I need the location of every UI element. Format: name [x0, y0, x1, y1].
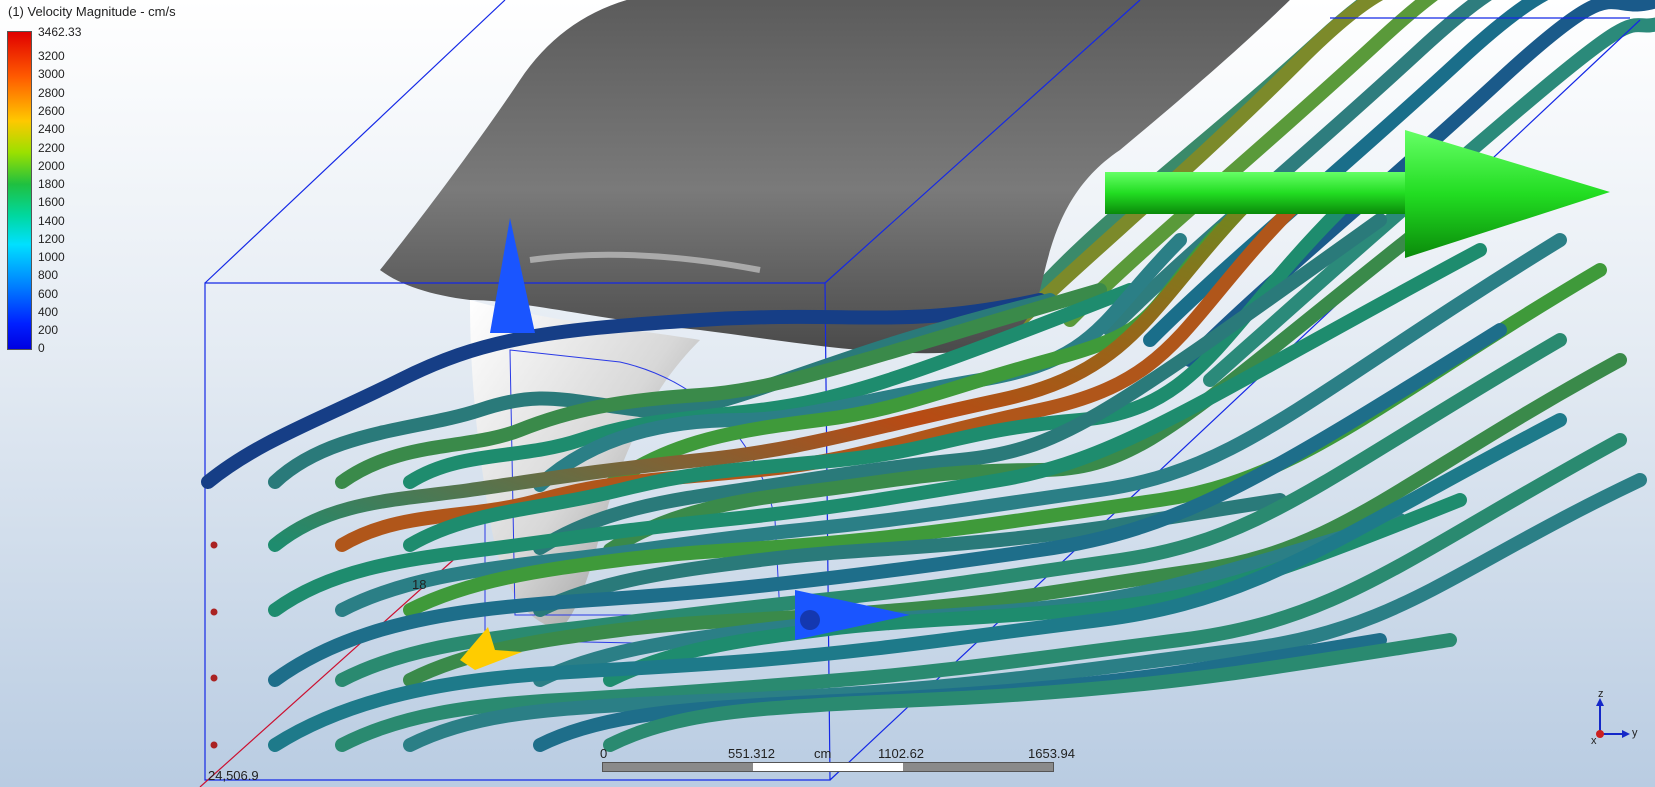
axis-tick-label: 18 — [412, 577, 427, 592]
scale-label-3: 1653.94 — [1028, 746, 1075, 761]
legend-max-label: 3462.33 — [38, 25, 82, 39]
legend-tick: 1600 — [38, 195, 65, 209]
legend-tick: 200 — [38, 323, 59, 337]
legend-color-bar — [7, 31, 32, 350]
scale-bar — [602, 762, 1054, 772]
triad-z-label: z — [1598, 688, 1604, 700]
legend-tick: 2200 — [38, 141, 65, 155]
seed-points — [210, 541, 218, 749]
legend-tick: 600 — [38, 287, 59, 301]
coordinate-label: 24,506.9 — [208, 768, 259, 783]
legend-tick: 2600 — [38, 104, 65, 118]
legend-tick: 1800 — [38, 177, 65, 191]
scale-unit-label: cm — [814, 746, 832, 761]
legend-tick: 1400 — [38, 214, 65, 228]
legend-tick: 400 — [38, 305, 59, 319]
scale-label-1: 551.312 — [728, 746, 775, 761]
scale-segment — [753, 763, 903, 771]
scale-segment — [603, 763, 753, 771]
legend-tick: 1000 — [38, 250, 65, 264]
legend-tick: 800 — [38, 268, 59, 282]
legend-tick: 3200 — [38, 49, 65, 63]
3d-viewport[interactable] — [0, 0, 1655, 787]
triad-y-label: y — [1632, 727, 1638, 739]
legend-tick: 2800 — [38, 86, 65, 100]
legend-tick: 2000 — [38, 159, 65, 173]
legend-tick: 3000 — [38, 67, 65, 81]
scale-segment — [903, 763, 1053, 771]
scale-label-0: 0 — [600, 746, 608, 761]
axis-triad-icon[interactable]: z y x — [1578, 688, 1638, 750]
legend-tick: 2400 — [38, 122, 65, 136]
legend-tick: 0 — [38, 341, 45, 355]
triad-x-label: x — [1591, 735, 1597, 747]
scale-label-2: 1102.62 — [878, 746, 925, 761]
legend-tick: 1200 — [38, 232, 65, 246]
legend-title: (1) Velocity Magnitude - cm/s — [8, 4, 176, 19]
